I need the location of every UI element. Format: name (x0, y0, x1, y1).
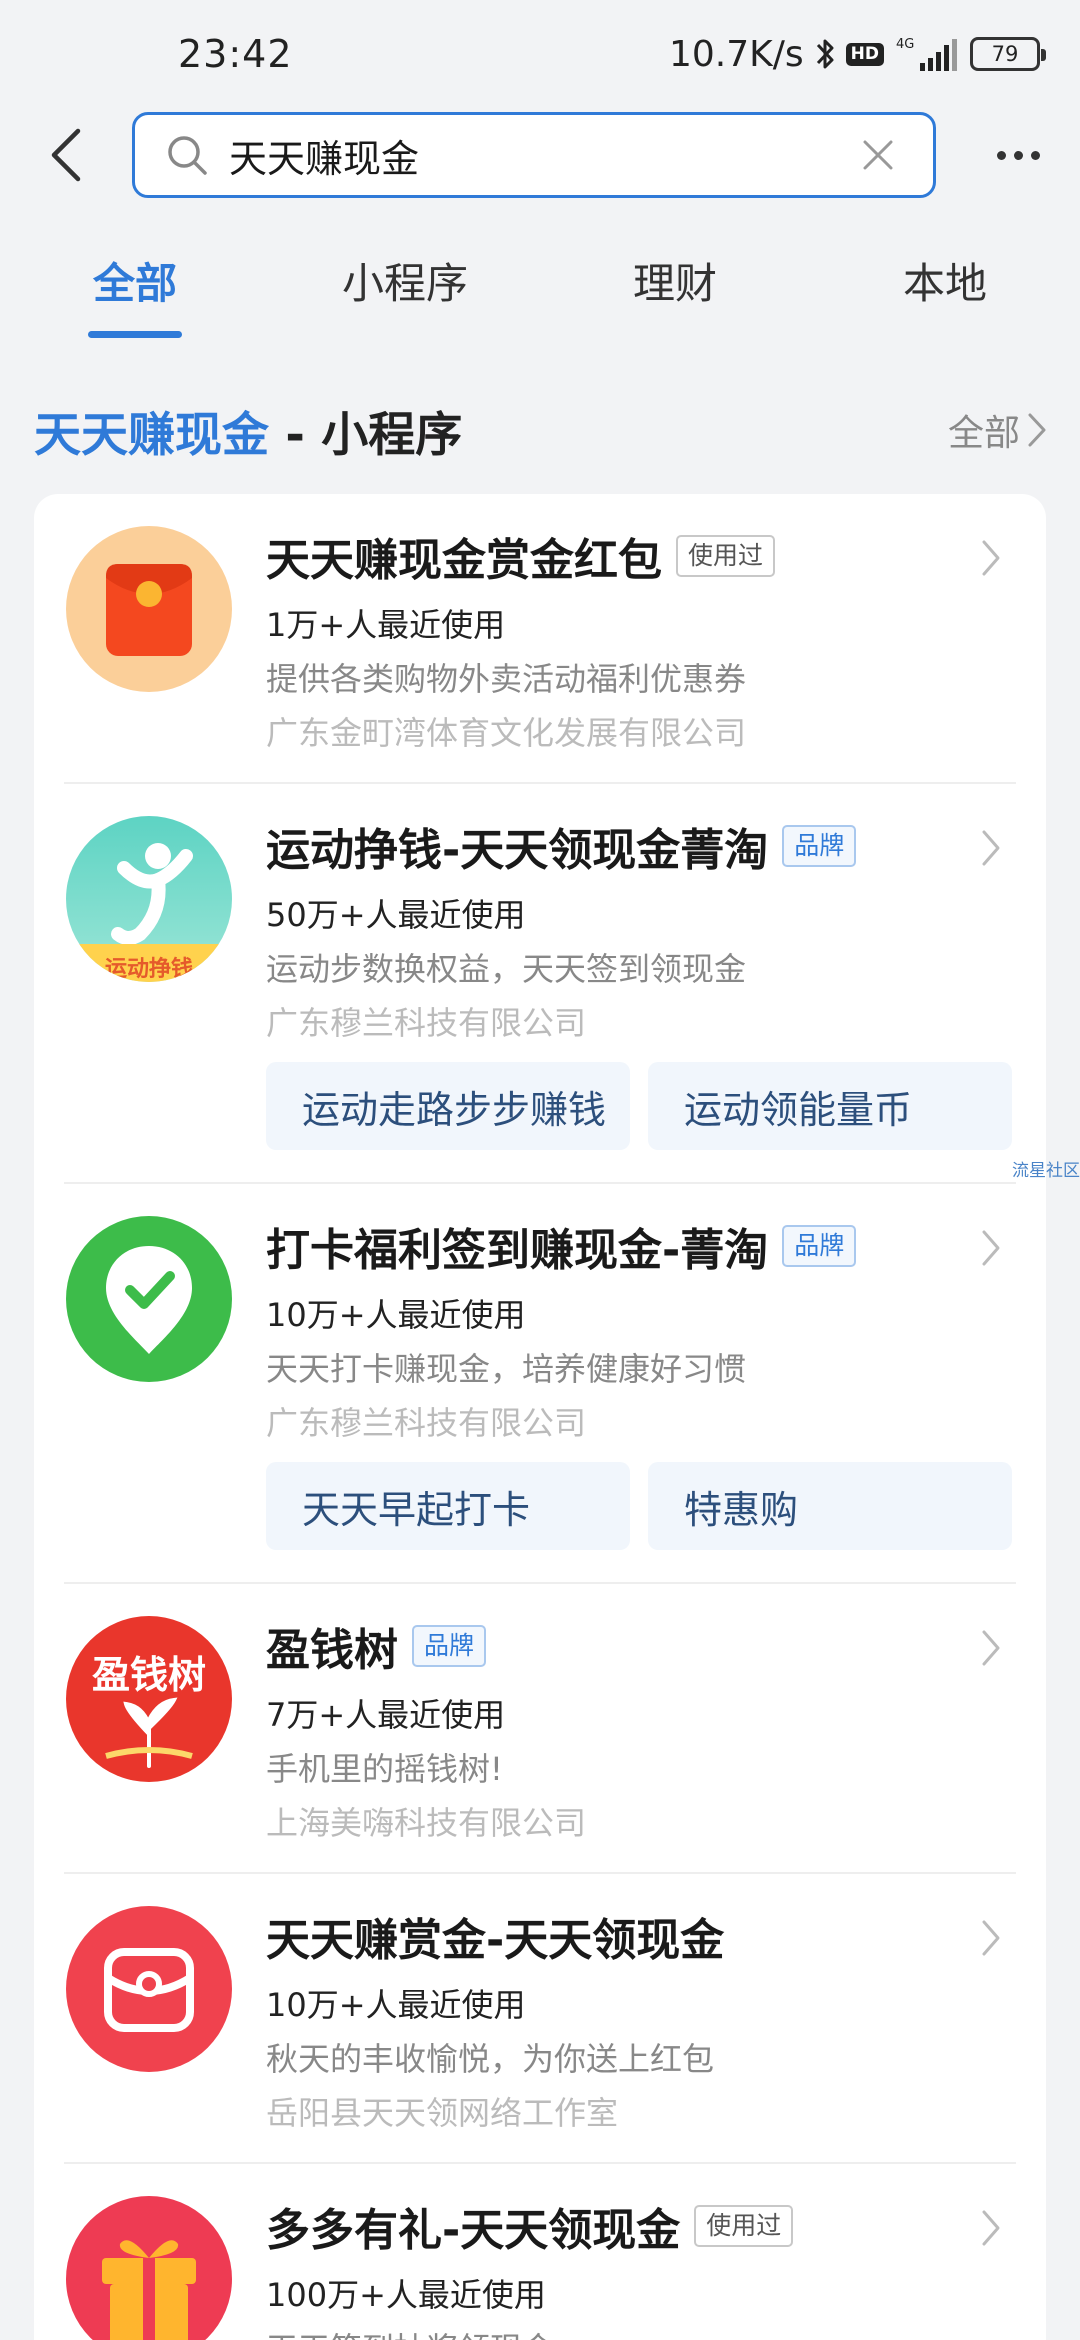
app-description: 提供各类购物外卖活动福利优惠券 (266, 660, 747, 698)
network-type: 4G (896, 37, 914, 52)
more-options-button[interactable] (982, 128, 1054, 182)
brand-badge: 品牌 (782, 1225, 857, 1267)
used-badge: 使用过 (694, 2205, 794, 2247)
red-envelope-icon (66, 526, 232, 692)
more-dot-icon (996, 150, 1006, 160)
category-tabs: 全部 小程序 理财 本地 (0, 230, 1080, 340)
icon-label: 运动挣钱 (105, 956, 193, 982)
service-button[interactable]: 特惠购 (648, 1462, 1012, 1550)
battery-indicator: 79 (970, 37, 1046, 71)
app-users: 50万+人最近使用 (266, 896, 526, 934)
side-watermark-text: 流星社区 (1012, 1161, 1080, 1181)
service-button[interactable]: 天天早起打卡 (266, 1462, 630, 1550)
active-tab-indicator (88, 331, 182, 338)
brand-badge: 品牌 (412, 1625, 487, 1667)
tab-local[interactable]: 本地 (845, 250, 1045, 311)
used-badge: 使用过 (676, 535, 776, 577)
app-title-row: 盈钱树 品牌 (266, 1616, 487, 1676)
section-title: 天天赚现金 - 小程序 (34, 396, 462, 465)
search-input[interactable] (229, 133, 853, 177)
search-icon (168, 136, 207, 175)
section-title-keyword: 天天赚现金 (34, 408, 269, 463)
check-pin-icon (66, 1216, 232, 1382)
result-item[interactable]: 打卡福利签到赚现金-菁淘 品牌 10万+人最近使用 天天打卡赚现金，培养健康好习… (34, 1184, 1046, 1584)
result-item[interactable]: 多多有礼-天天领现金 使用过 100万+人最近使用 天天签到抽奖领现金 (34, 2164, 1046, 2340)
app-users: 7万+人最近使用 (266, 1696, 506, 1734)
running-person-icon: 运动挣钱 (66, 816, 232, 982)
app-description: 手机里的摇钱树! (266, 1750, 503, 1788)
chevron-right-icon (982, 830, 1000, 866)
app-company: 上海美嗨科技有限公司 (266, 1804, 587, 1842)
app-company: 广东穆兰科技有限公司 (266, 1004, 587, 1042)
app-description: 运动步数换权益，天天签到领现金 (266, 950, 747, 988)
app-name: 多多有礼-天天领现金 (266, 2205, 681, 2256)
status-time: 23:42 (178, 32, 293, 76)
results-card: 天天赚现金赏金红包 使用过 1万+人最近使用 提供各类购物外卖活动福利优惠券 广… (34, 494, 1046, 2340)
app-users: 1万+人最近使用 (266, 606, 506, 644)
app-company: 广东穆兰科技有限公司 (266, 1404, 587, 1442)
back-button[interactable] (38, 120, 94, 190)
app-company: 岳阳县天天领网络工作室 (266, 2094, 619, 2132)
icon-label: 盈钱树 (92, 1653, 206, 1697)
app-description: 天天打卡赚现金，培养健康好习惯 (266, 1350, 747, 1388)
app-name: 天天赚赏金-天天领现金 (266, 1915, 725, 1966)
result-item[interactable]: 天天赚现金赏金红包 使用过 1万+人最近使用 提供各类购物外卖活动福利优惠券 广… (34, 494, 1046, 784)
chevron-right-icon (982, 1630, 1000, 1666)
result-item[interactable]: 盈钱树 盈钱树 品牌 7万+人最近使用 手机里的摇钱树! 上海美嗨科技有限公司 (34, 1584, 1046, 1874)
brand-badge: 品牌 (782, 825, 857, 867)
status-bar: 23:42 10.7K/s HD 4G 79 (0, 0, 1080, 110)
status-indicators: 10.7K/s HD 4G 79 (669, 32, 1046, 76)
app-title-row: 天天赚现金赏金红包 使用过 (266, 526, 776, 586)
app-description: 秋天的丰收愉悦，为你送上红包 (266, 2040, 715, 2078)
app-name: 盈钱树 (266, 1625, 398, 1676)
search-bar[interactable] (132, 112, 936, 198)
gift-icon (66, 2196, 232, 2340)
see-all-label: 全部 (947, 413, 1020, 454)
wallet-icon (66, 1906, 232, 2072)
chevron-right-icon (982, 2210, 1000, 2246)
money-tree-icon: 盈钱树 (66, 1616, 232, 1782)
section-title-suffix: - 小程序 (269, 408, 463, 463)
signal-icon: 4G (894, 35, 960, 73)
app-title-row: 运动挣钱-天天领现金菁淘 品牌 (266, 816, 857, 876)
hd-icon: HD (845, 42, 884, 66)
section-see-all-link[interactable]: 全部 (948, 404, 1048, 456)
result-item[interactable]: 天天赚赏金-天天领现金 10万+人最近使用 秋天的丰收愉悦，为你送上红包 岳阳县… (34, 1874, 1046, 2164)
app-title-row: 打卡福利签到赚现金-菁淘 品牌 (266, 1216, 857, 1276)
app-company: 广东金町湾体育文化发展有限公司 (266, 714, 747, 752)
chevron-right-icon (982, 1920, 1000, 1956)
chevron-right-icon (1028, 413, 1046, 447)
tab-finance[interactable]: 理财 (575, 250, 775, 311)
app-description: 天天签到抽奖领现金 (266, 2324, 554, 2340)
tab-all[interactable]: 全部 (35, 250, 235, 311)
chevron-right-icon (982, 540, 1000, 576)
clear-search-button[interactable] (853, 130, 903, 180)
app-users: 10万+人最近使用 (266, 1986, 526, 2024)
close-icon (863, 140, 893, 170)
app-name: 打卡福利签到赚现金-菁淘 (266, 1225, 769, 1276)
bluetooth-icon (814, 36, 836, 72)
tab-mini-programs[interactable]: 小程序 (305, 250, 505, 311)
app-users: 10万+人最近使用 (266, 1296, 526, 1334)
back-arrow-icon (51, 128, 81, 182)
app-title-row: 多多有礼-天天领现金 使用过 (266, 2196, 794, 2256)
chevron-right-icon (982, 1230, 1000, 1266)
app-title-row: 天天赚赏金-天天领现金 (266, 1906, 724, 1966)
app-name: 运动挣钱-天天领现金菁淘 (266, 825, 769, 876)
result-item[interactable]: 运动挣钱 运动挣钱-天天领现金菁淘 品牌 50万+人最近使用 运动步数换权益，天… (34, 784, 1046, 1184)
network-speed: 10.7K/s (669, 33, 804, 75)
more-dot-icon (1030, 150, 1040, 160)
app-users: 100万+人最近使用 (266, 2276, 546, 2314)
app-name: 天天赚现金赏金红包 (266, 535, 662, 586)
service-button[interactable]: 运动走路步步赚钱 (266, 1062, 630, 1150)
more-dot-icon (1013, 150, 1023, 160)
service-button[interactable]: 运动领能量币 (648, 1062, 1012, 1150)
